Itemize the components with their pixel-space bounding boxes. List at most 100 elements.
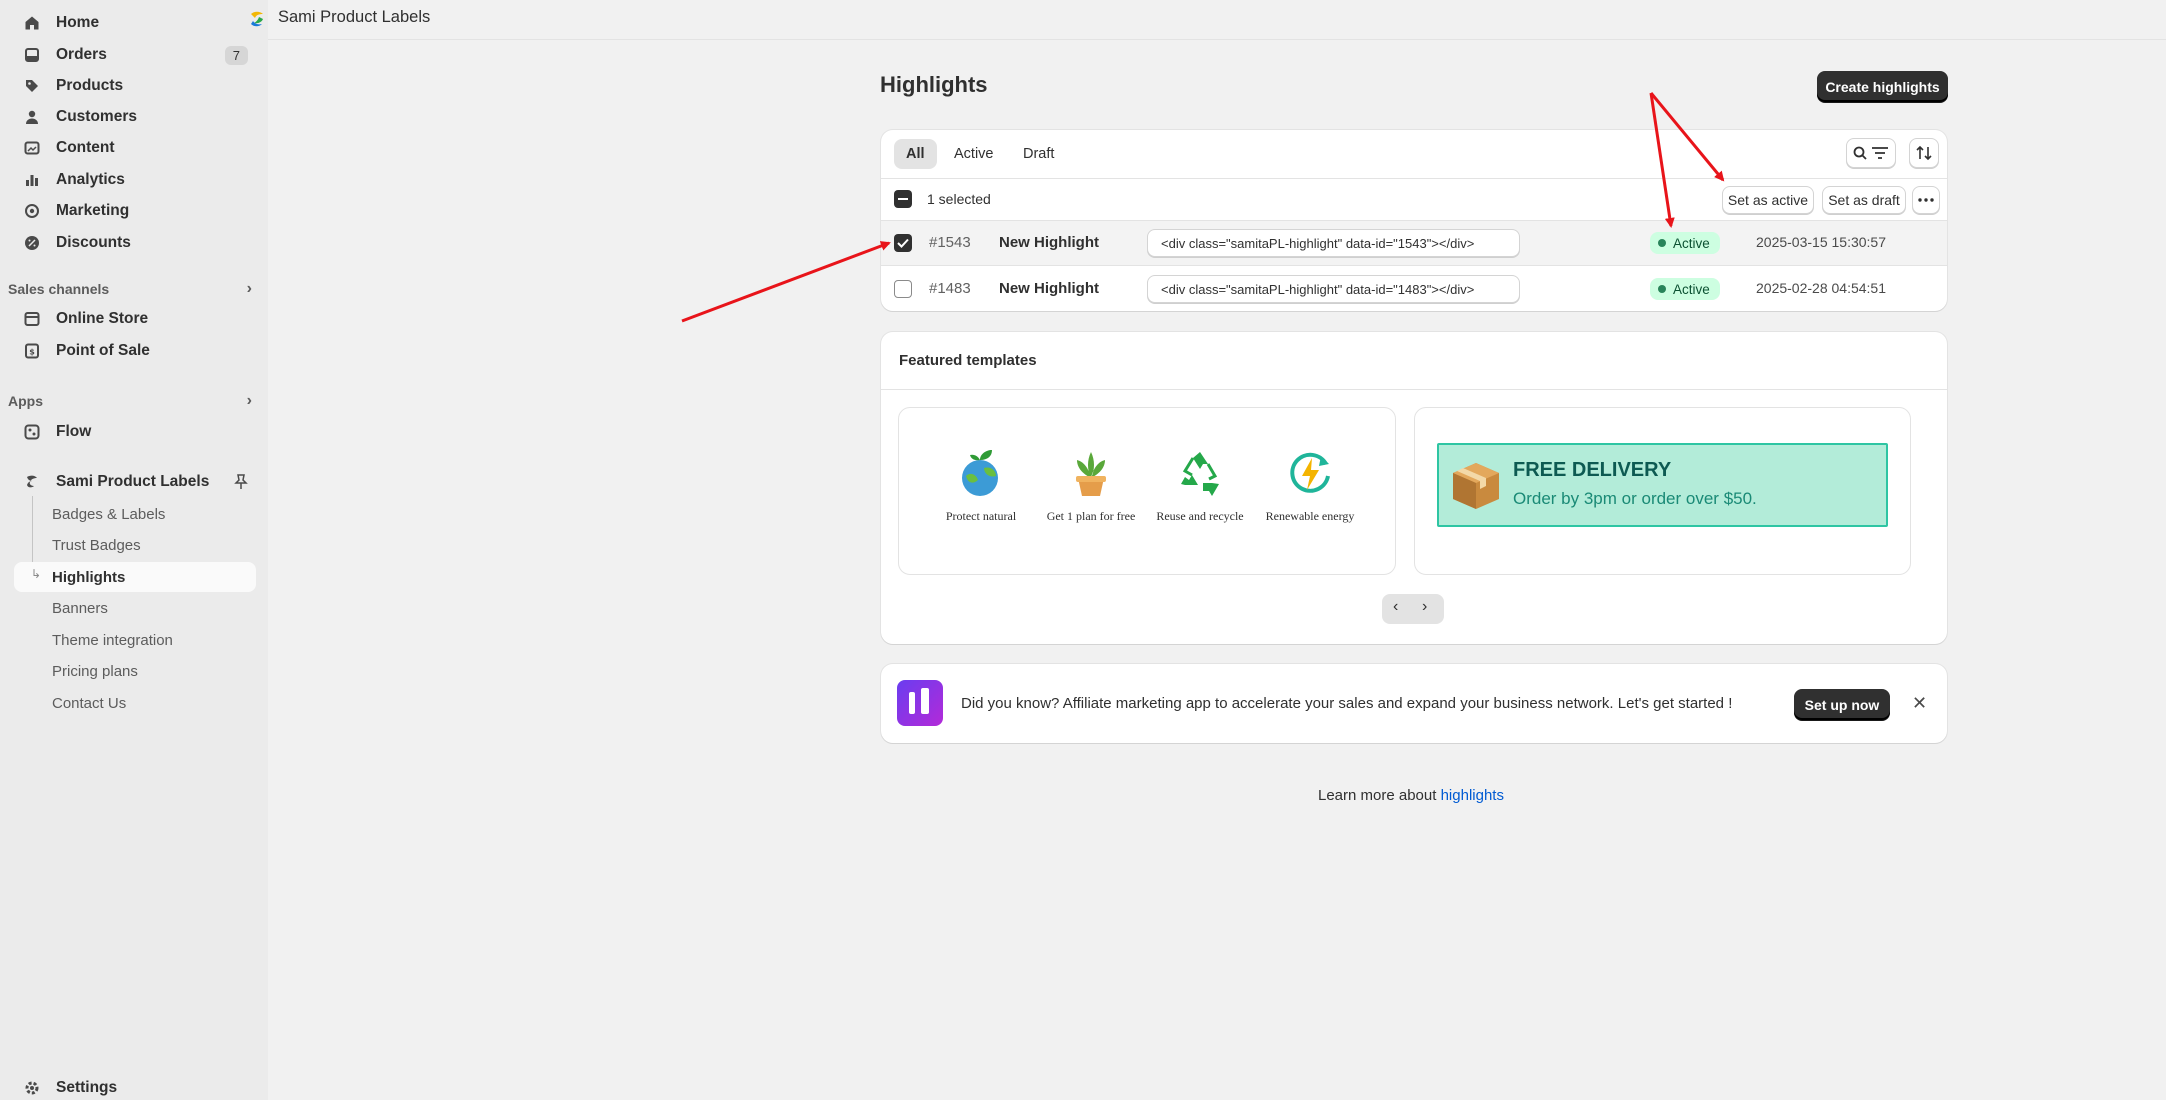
store-icon [22,309,42,329]
pin-icon[interactable] [234,474,248,495]
set-as-active-button[interactable]: Set as active [1722,186,1814,214]
status-dot [1658,239,1666,247]
tab-draft[interactable]: Draft [1011,139,1066,169]
sidebar-subitem-pricing-plans[interactable]: Pricing plans [14,656,256,686]
section-label: Apps [8,393,43,409]
sidebar-item-orders[interactable]: Orders 7 [14,40,256,70]
template-item-label: Renewable energy [1265,509,1355,523]
home-icon [22,13,42,33]
sidebar-item-content[interactable]: Content [14,133,256,163]
select-all-checkbox[interactable] [894,190,912,208]
orders-icon [22,45,42,65]
app-logo-icon [251,11,263,27]
sidebar-item-marketing[interactable]: Marketing [14,196,256,226]
energy-icon [1290,452,1330,493]
row-id: #1543 [929,234,971,251]
more-actions-button[interactable] [1912,186,1940,214]
content-icon [22,138,42,158]
person-icon [22,107,42,127]
template-item-label: Get 1 plan for free [1046,509,1136,523]
sidebar-item-settings[interactable]: Settings [14,1076,256,1100]
sidebar-item-label: Content [56,139,115,156]
divider [881,389,1947,390]
sidebar-item-products[interactable]: Products [14,71,256,101]
tree-branch-icon: ↳ [31,567,42,581]
row-checkbox[interactable] [894,280,912,298]
sidebar-item-label: Analytics [56,171,125,188]
minus-icon [898,198,908,200]
annotation-arrow-checkbox [681,241,891,323]
learn-more-footer: Learn more about highlights [1318,787,1504,804]
row-name[interactable]: New Highlight [999,280,1099,297]
sidebar-item-sami-product-labels[interactable]: Sami Product Labels [14,467,256,497]
recycle-icon [1181,452,1219,496]
target-icon [22,201,42,221]
close-icon[interactable]: ✕ [1912,693,1927,714]
apps-heading[interactable]: Apps › [8,389,258,413]
app-logo-icon [22,472,42,492]
status-dot [1658,285,1666,293]
sidebar-item-label: Point of Sale [56,342,150,359]
app-topbar: Sami Product Labels [251,0,2166,40]
sidebar-item-flow[interactable]: Flow [14,417,256,447]
chevron-right-icon: › [246,280,252,297]
promo-text: Did you know? Affiliate marketing app to… [961,695,1733,712]
sidebar-item-discounts[interactable]: Discounts [14,228,256,258]
sidebar-item-label: Customers [56,108,137,125]
discount-icon [22,233,42,253]
sidebar-item-label: Orders [56,46,107,63]
sidebar-item-online-store[interactable]: Online Store [14,304,256,334]
app-title: Sami Product Labels [278,8,431,26]
sidebar-item-customers[interactable]: Customers [14,102,256,132]
set-as-draft-button[interactable]: Set as draft [1822,186,1906,214]
embed-code-field[interactable]: <div class="samitaPL-highlight" data-id=… [1147,229,1520,257]
row-name[interactable]: New Highlight [999,234,1099,251]
delivery-title: FREE DELIVERY [1513,459,1672,481]
potted-plant-icon [1076,452,1106,496]
flow-icon [22,422,42,442]
sidebar-subitem-theme-integration[interactable]: Theme integration [14,625,256,655]
more-horizontal-icon [1918,198,1934,202]
search-filter-button[interactable] [1846,138,1896,168]
orders-count-badge: 7 [224,45,248,65]
highlights-link[interactable]: highlights [1441,787,1504,804]
tab-all[interactable]: All [894,139,937,169]
set-up-now-button[interactable]: Set up now [1794,689,1890,720]
featured-templates-heading: Featured templates [899,352,1037,369]
sales-channels-heading[interactable]: Sales channels › [8,277,258,301]
sort-button[interactable] [1909,138,1939,168]
sidebar-subitem-label: Highlights [52,568,126,586]
free-delivery-banner: FREE DELIVERY Order by 3pm or order over… [1437,443,1888,527]
pos-icon: $ [22,341,42,361]
embed-code-field[interactable]: <div class="samitaPL-highlight" data-id=… [1147,275,1520,303]
sidebar-subitem-banners[interactable]: Banners [14,593,256,623]
status-badge: Active [1650,232,1720,254]
chevron-left-icon[interactable]: ‹ [1393,598,1398,616]
sidebar-subitem-trust-badges[interactable]: Trust Badges [14,530,256,560]
chevron-right-icon: › [246,392,252,409]
row-date: 2025-03-15 15:30:57 [1756,234,1886,250]
status-label: Active [1673,281,1710,297]
sidebar-subitem-contact-us[interactable]: Contact Us [14,688,256,718]
check-icon [897,238,909,248]
sidebar-item-point-of-sale[interactable]: $ Point of Sale [14,336,256,366]
tab-active[interactable]: Active [942,139,1006,169]
chevron-right-icon[interactable]: › [1422,598,1427,616]
sidebar-item-label: Home [56,14,100,31]
template-item-label: Reuse and recycle [1156,509,1244,523]
sidebar-subitem-badges-labels[interactable]: Badges & Labels [14,499,256,529]
sort-icon [1916,145,1932,161]
divider [881,178,1947,179]
row-checkbox[interactable] [894,234,912,252]
sidebar: Home Orders 7 Products Customers Content… [0,0,268,1100]
affiliate-app-logo [897,680,943,726]
sidebar-subitem-highlights[interactable]: Highlights [14,562,256,592]
sidebar-item-label: Settings [56,1079,118,1096]
sidebar-item-home[interactable]: Home [14,8,256,38]
bar-chart-icon [22,170,42,190]
learn-more-prefix: Learn more about [1318,787,1441,804]
template-item-label: Protect natural [945,509,1017,523]
sidebar-item-analytics[interactable]: Analytics [14,165,256,195]
earth-plant-icon [962,450,998,496]
create-highlights-button[interactable]: Create highlights [1817,71,1948,102]
